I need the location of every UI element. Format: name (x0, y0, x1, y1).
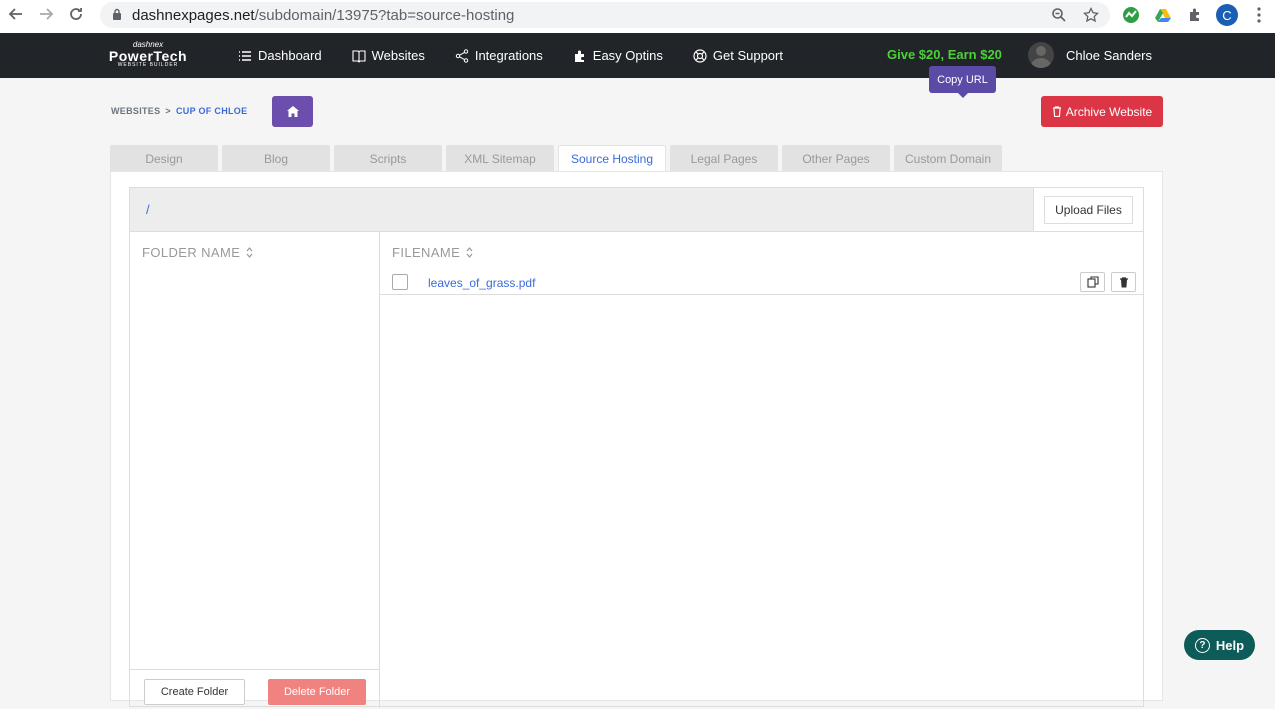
folder-name-header[interactable]: FOLDER NAME (142, 245, 253, 260)
user-name: Chloe Sanders (1066, 47, 1152, 63)
trash-icon (1052, 106, 1061, 117)
puzzle-icon (574, 50, 584, 62)
source-hosting-panel: / Upload Files FOLDER NAME Create Folder… (110, 171, 1163, 708)
sort-icon (466, 247, 473, 258)
main-nav: Dashboard Websites Integrations Easy Opt… (238, 33, 783, 78)
nav-integrations-label: Integrations (474, 48, 543, 63)
brand-logo[interactable]: dashnex PowerTech WEBSITE BUILDER (108, 41, 188, 68)
copy-icon (1086, 276, 1099, 288)
file-link[interactable]: leaves_of_grass.pdf (428, 276, 535, 290)
file-select-checkbox[interactable] (392, 274, 408, 290)
nav-dashboard[interactable]: Dashboard (238, 48, 322, 63)
filename-header-label: FILENAME (392, 245, 461, 260)
reload-icon[interactable] (60, 0, 92, 28)
question-icon: ? (1194, 637, 1210, 653)
tab-custom-domain[interactable]: Custom Domain (894, 145, 1002, 172)
nav-get-support-label: Get Support (712, 48, 783, 63)
upload-files-button[interactable]: Upload Files (1044, 195, 1133, 224)
nav-dashboard-label: Dashboard (258, 48, 322, 63)
folder-actions: Create Folder Delete Folder (130, 669, 380, 709)
lifebuoy-icon (693, 48, 707, 63)
breadcrumb-separator: > (165, 106, 171, 116)
forward-icon[interactable] (30, 0, 62, 28)
nav-easy-optins-label: Easy Optins (592, 48, 663, 63)
file-row: leaves_of_grass.pdf (380, 266, 1143, 295)
extension-green-icon[interactable] (1115, 0, 1147, 30)
share-icon (455, 48, 469, 63)
delete-file-button[interactable] (1111, 272, 1136, 292)
nav-websites-label: Websites (371, 48, 425, 63)
breadcrumb-current[interactable]: CUP OF CHLOE (176, 106, 247, 116)
nav-get-support[interactable]: Get Support (693, 48, 783, 63)
tab-design[interactable]: Design (110, 145, 218, 172)
trash-icon (1119, 276, 1128, 287)
profile-initial: C (1216, 4, 1238, 26)
folder-name-header-label: FOLDER NAME (142, 245, 241, 260)
zoom-icon[interactable] (1043, 0, 1075, 30)
tab-blog[interactable]: Blog (222, 145, 330, 172)
help-button[interactable]: ? Help (1184, 630, 1255, 660)
logo-line2: PowerTech (108, 48, 188, 64)
tab-source-hosting[interactable]: Source Hosting (558, 145, 666, 172)
puzzle-extension-icon[interactable] (1179, 0, 1211, 30)
book-icon (352, 49, 366, 63)
user-menu[interactable]: Chloe Sanders (1028, 42, 1152, 68)
file-column: FILENAME leaves_of_grass.pdf (380, 232, 1143, 708)
profile-avatar[interactable]: C (1211, 0, 1243, 30)
nav-easy-optins[interactable]: Easy Optins (573, 48, 663, 63)
archive-website-label: Archive Website (1065, 104, 1153, 119)
sort-icon (246, 247, 253, 258)
file-manager: / Upload Files FOLDER NAME Create Folder… (129, 187, 1144, 708)
list-icon (239, 50, 251, 61)
lock-icon (112, 7, 122, 24)
nav-websites[interactable]: Websites (352, 48, 425, 63)
path-bar: / Upload Files (130, 188, 1143, 232)
breadcrumb-websites[interactable]: WEBSITES (111, 106, 160, 116)
url-host: dashnexpages.net (132, 6, 255, 24)
user-avatar (1028, 42, 1054, 68)
delete-folder-button[interactable]: Delete Folder (268, 679, 366, 705)
kebab-menu-icon[interactable] (1243, 0, 1275, 30)
filename-header[interactable]: FILENAME (392, 245, 473, 260)
browser-toolbar: dashnexpages.net/subdomain/13975?tab=sou… (0, 0, 1275, 33)
help-label: Help (1215, 637, 1245, 653)
star-icon[interactable] (1075, 0, 1107, 30)
app-navbar: dashnex PowerTech WEBSITE BUILDER Dashbo… (0, 33, 1275, 78)
address-bar[interactable]: dashnexpages.net/subdomain/13975?tab=sou… (100, 2, 1110, 28)
logo-line3: WEBSITE BUILDER (117, 62, 179, 68)
copy-url-tooltip: Copy URL (929, 66, 996, 98)
tab-other-pages[interactable]: Other Pages (782, 145, 890, 172)
breadcrumb: WEBSITES > CUP OF CHLOE (111, 106, 247, 116)
nav-integrations[interactable]: Integrations (455, 48, 543, 63)
folder-column: FOLDER NAME Create Folder Delete Folder (130, 232, 380, 708)
website-tabs: Design Blog Scripts XML Sitemap Source H… (110, 145, 1002, 172)
home-button[interactable] (272, 96, 313, 127)
tab-scripts[interactable]: Scripts (334, 145, 442, 172)
current-path[interactable]: / (146, 202, 150, 217)
drive-icon[interactable] (1147, 0, 1179, 30)
copy-url-button[interactable] (1080, 272, 1105, 292)
tab-xml-sitemap[interactable]: XML Sitemap (446, 145, 554, 172)
url-path: /subdomain/13975?tab=source-hosting (254, 6, 515, 24)
upload-files-container: Upload Files (1033, 188, 1143, 231)
home-icon (286, 106, 299, 117)
tab-legal-pages[interactable]: Legal Pages (670, 145, 778, 172)
create-folder-button[interactable]: Create Folder (144, 679, 245, 705)
referral-promo-link[interactable]: Give $20, Earn $20 (887, 47, 1002, 62)
back-icon[interactable] (0, 0, 32, 28)
archive-website-button[interactable]: Archive Website (1041, 96, 1163, 127)
